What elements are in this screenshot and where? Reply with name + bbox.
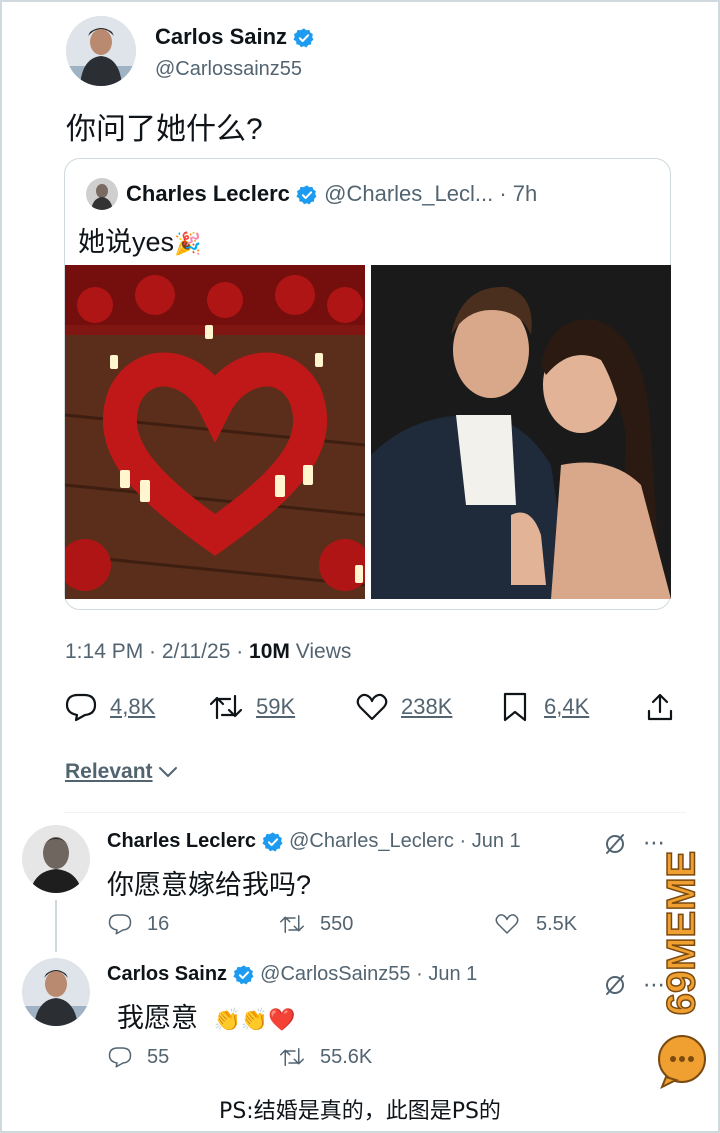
leclerc-avatar[interactable] bbox=[22, 825, 90, 893]
tweet-text: 你问了她什么? bbox=[66, 113, 263, 146]
retweet-count: 550 bbox=[320, 912, 354, 935]
quoted-time: · 7h bbox=[499, 181, 538, 206]
reply-reply-button[interactable]: 16 bbox=[107, 912, 169, 936]
carlos-reply-avatar[interactable] bbox=[22, 958, 90, 1026]
verified-badge-icon bbox=[293, 28, 314, 48]
author-name[interactable]: Carlos Sainz bbox=[155, 24, 287, 49]
share-button[interactable] bbox=[645, 691, 675, 728]
retweet-count: 55.6K bbox=[320, 1045, 373, 1068]
photo-couple[interactable] bbox=[371, 265, 671, 599]
reply-author-name[interactable]: Carlos Sainz bbox=[107, 963, 227, 985]
share-icon bbox=[647, 693, 673, 721]
reply-reply-button[interactable]: 55 bbox=[107, 1045, 169, 1069]
reply-icon bbox=[108, 1047, 132, 1068]
watermark-text: 69MEME bbox=[659, 850, 705, 1016]
reply-text: 我愿意 bbox=[117, 1003, 198, 1033]
retweet-count: 59K bbox=[256, 694, 296, 719]
verified-badge-icon bbox=[233, 965, 254, 985]
quoted-text: 她说yes bbox=[78, 227, 175, 257]
reply-count: 4,8K bbox=[110, 694, 156, 719]
bookmark-icon bbox=[503, 692, 527, 722]
retweet-icon bbox=[280, 1048, 304, 1066]
reply-count: 16 bbox=[147, 912, 170, 935]
grok-icon[interactable] bbox=[603, 973, 627, 1002]
photo-rose-heart[interactable] bbox=[65, 265, 365, 599]
chevron-down-icon bbox=[158, 767, 177, 777]
divider bbox=[64, 812, 686, 813]
reply-icon bbox=[108, 914, 132, 935]
reply-retweet-button[interactable]: 550 bbox=[278, 912, 353, 936]
reply-handle[interactable]: @Charles_Leclerc bbox=[289, 830, 454, 852]
like-count: 238K bbox=[401, 694, 453, 719]
heart-icon bbox=[356, 693, 388, 721]
carlos-avatar[interactable] bbox=[66, 16, 136, 86]
clap-heart-emoji: 👏👏❤️ bbox=[213, 1007, 296, 1032]
tweet-timestamp[interactable]: 1:14 PM · 2/11/25 · bbox=[65, 640, 243, 663]
party-popper-emoji: 🎉 bbox=[174, 231, 202, 256]
thread-line bbox=[55, 900, 57, 952]
bookmark-count: 6,4K bbox=[544, 694, 590, 719]
reply-like-button[interactable]: 5.5K bbox=[494, 912, 577, 936]
footer-caption: PS:结婚是真的，此图是PS的 bbox=[219, 1099, 501, 1124]
author-handle[interactable]: @Carlossainz55 bbox=[155, 58, 302, 81]
reply-retweet-button[interactable]: 55.6K bbox=[278, 1045, 372, 1069]
reply-button[interactable]: 4,8K bbox=[64, 691, 155, 723]
like-button[interactable]: 238K bbox=[355, 691, 452, 723]
reply-date: · Jun 1 bbox=[459, 830, 521, 852]
reply-handle[interactable]: @CarlosSainz55 bbox=[260, 963, 410, 985]
grok-icon[interactable] bbox=[603, 832, 627, 861]
meme-watermark: 69MEME bbox=[652, 850, 712, 1089]
leclerc-small-avatar[interactable] bbox=[86, 178, 118, 210]
sort-label: Relevant bbox=[65, 760, 153, 783]
heart-icon bbox=[495, 914, 519, 934]
verified-badge-icon bbox=[296, 185, 317, 205]
quoted-author-name[interactable]: Charles Leclerc bbox=[126, 181, 290, 206]
quoted-handle[interactable]: @Charles_Lecl... bbox=[324, 181, 493, 206]
views-count: 10M bbox=[249, 640, 290, 663]
reply-date: · Jun 1 bbox=[416, 963, 478, 985]
like-count: 5.5K bbox=[536, 912, 578, 935]
bookmark-button[interactable]: 6,4K bbox=[500, 691, 589, 723]
retweet-icon bbox=[209, 694, 243, 720]
chat-bubble-logo-icon bbox=[658, 1035, 706, 1089]
reply-author-name[interactable]: Charles Leclerc bbox=[107, 830, 256, 852]
retweet-icon bbox=[280, 915, 304, 933]
views-label: Views bbox=[295, 640, 352, 663]
retweet-button[interactable]: 59K bbox=[208, 691, 295, 723]
reply-text: 你愿意嫁给我吗? bbox=[107, 870, 312, 900]
reply-count: 55 bbox=[147, 1045, 170, 1068]
verified-badge-icon bbox=[262, 832, 282, 852]
sort-dropdown[interactable]: Relevant bbox=[65, 760, 179, 784]
reply-icon bbox=[65, 693, 97, 722]
